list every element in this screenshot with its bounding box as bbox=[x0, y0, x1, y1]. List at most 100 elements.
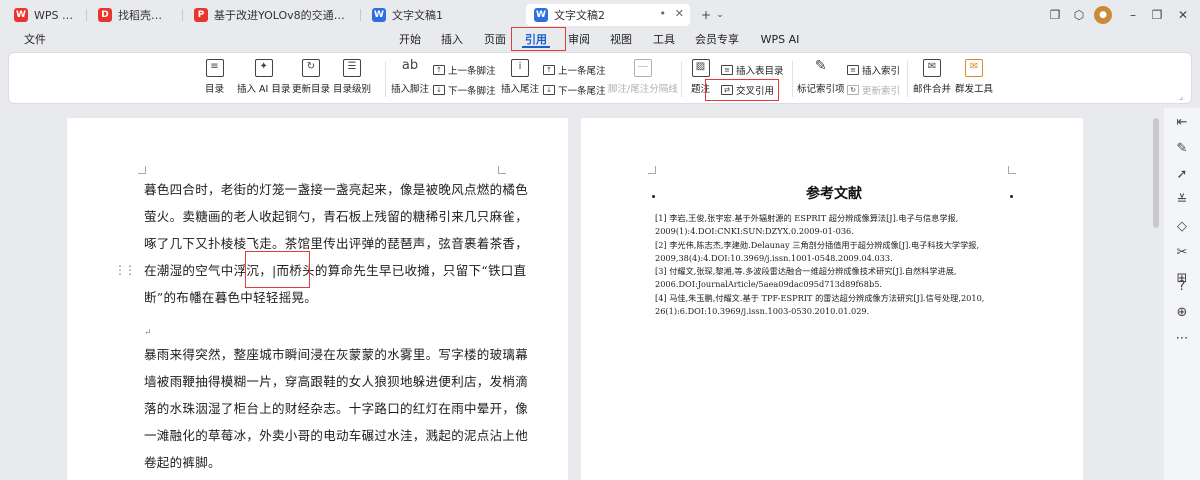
ribbon-expand-icon[interactable]: ⌟ bbox=[1179, 92, 1183, 101]
docer-icon: D bbox=[98, 8, 112, 22]
chevron-down-icon[interactable]: ⌄ bbox=[711, 6, 729, 24]
menu-view[interactable]: 视图 bbox=[606, 30, 636, 50]
menu-page[interactable]: 页面 bbox=[480, 30, 510, 50]
scrollbar-thumb[interactable] bbox=[1153, 118, 1159, 228]
update-toc-icon: ↻ bbox=[302, 59, 320, 77]
tab-yolov8-pdf[interactable]: P 基于改进YOLOv8的交通标识检测方 bbox=[186, 4, 358, 26]
edit-pen-icon[interactable]: ✎ bbox=[1174, 140, 1190, 156]
tab-document-1[interactable]: W 文字文稿1 bbox=[364, 4, 520, 26]
insert-ai-toc-button[interactable]: ✦ 插入 AI 目录 bbox=[237, 59, 290, 95]
ribbon-separator bbox=[907, 61, 908, 97]
ribbon-toolbar: ≡ 目录 ✦ 插入 AI 目录 ↻ 更新目录 ☰ 目录级别 ab 插入脚注 ↑ … bbox=[8, 52, 1192, 104]
toc-level-icon: ☰ bbox=[343, 59, 361, 77]
insert-table-of-figures-button[interactable]: ≡ 插入表目录 bbox=[721, 63, 784, 77]
caption-image-icon: ▨ bbox=[691, 59, 710, 77]
select-pointer-icon[interactable]: ➚ bbox=[1174, 166, 1190, 182]
menu-member[interactable]: 会员专享 bbox=[692, 30, 742, 50]
menu-review[interactable]: 审阅 bbox=[564, 30, 594, 50]
toc-button[interactable]: ≡ 目录 bbox=[205, 59, 224, 95]
file-menu[interactable]: 文件 bbox=[22, 30, 48, 50]
text-line: 落的水珠洇湿了柜台上的财经杂志。十字路口的红灯在雨中晕开，像 bbox=[144, 401, 529, 416]
paragraph-2[interactable]: 暴雨来得突然，整座城市瞬间浸在灰蒙蒙的水雾里。写字楼的玻璃幕 墙被雨鞭抽得模糊一… bbox=[144, 341, 528, 476]
reference-line: [1] 李岩,王俊,张宇宏.基于外辐射源的 ESPRIT 超分辨成像算法[J].… bbox=[655, 213, 959, 223]
note-separator-button[interactable]: ― 脚注/尾注分隔线 bbox=[608, 59, 678, 95]
menu-insert[interactable]: 插入 bbox=[437, 30, 467, 50]
menu-home[interactable]: 开始 bbox=[395, 30, 425, 50]
highlight-box-cursor bbox=[245, 251, 310, 288]
feedback-icon[interactable]: ⊕ bbox=[1174, 304, 1190, 320]
shapes-icon[interactable]: ◇ bbox=[1174, 218, 1190, 234]
group-tools-button[interactable]: ✉ 群发工具 bbox=[955, 59, 993, 95]
update-index-button[interactable]: ↻ 更新索引 bbox=[847, 83, 900, 97]
close-window-icon[interactable]: ✕ bbox=[1174, 6, 1192, 24]
tab-docer-templates[interactable]: D 找稻壳模板 bbox=[90, 4, 180, 26]
next-endnote-button[interactable]: ↓ 下一条尾注 bbox=[543, 83, 606, 97]
highlight-box-references-tab bbox=[511, 27, 566, 51]
references-heading[interactable]: 参考文献 bbox=[806, 183, 862, 203]
collapse-sidebar-icon[interactable]: ⇤ bbox=[1174, 114, 1190, 130]
mark-index-pen-icon: ✎ bbox=[814, 58, 827, 74]
group-mail-icon: ✉ bbox=[965, 59, 983, 77]
highlight-box-cross-reference bbox=[705, 79, 779, 101]
paragraph-mark-icon: ↵ bbox=[144, 328, 152, 338]
text-line: 萤火。卖糖画的老人收起铜勺，青石板上残留的糖稀引来几只麻雀， bbox=[144, 209, 529, 224]
drag-handle-icon[interactable]: ⋮⋮ bbox=[114, 263, 136, 277]
text-line: 暮色四合时，老街的灯笼一盏接一盏亮起来，像是被晚风点燃的橘色 bbox=[144, 182, 529, 197]
help-question-icon[interactable]: ? bbox=[1174, 278, 1190, 294]
close-tab-icon[interactable]: ✕ bbox=[675, 7, 684, 20]
insert-index-icon: ≡ bbox=[847, 65, 859, 75]
reference-line: [4] 马佳,朱玉鹏,付耀文.基于 TPF-ESPRIT 的雷达超分辨成像方法研… bbox=[655, 292, 985, 303]
text-line: 啄了几下又扑棱棱飞走。茶馆里传出评弹的琵琶声，弦音裹着茶香， bbox=[144, 236, 529, 251]
next-footnote-button[interactable]: ↓ 下一条脚注 bbox=[433, 83, 496, 97]
text-line: 暴雨来得突然，整座城市瞬间浸在灰蒙蒙的水雾里。写字楼的玻璃幕 bbox=[144, 347, 529, 362]
ribbon-separator bbox=[792, 61, 793, 97]
ai-toc-icon: ✦ bbox=[254, 59, 273, 77]
restore-window-icon[interactable]: ❐ bbox=[1148, 6, 1166, 24]
insert-index-button[interactable]: ≡ 插入索引 bbox=[847, 63, 900, 77]
menu-tools[interactable]: 工具 bbox=[649, 30, 679, 50]
insert-endnote-button[interactable]: i 插入尾注 bbox=[501, 59, 539, 95]
vertical-scrollbar[interactable] bbox=[1153, 108, 1159, 480]
endnote-icon: i bbox=[511, 59, 529, 77]
wps-logo-icon: W bbox=[14, 8, 28, 22]
update-index-icon: ↻ bbox=[847, 85, 859, 95]
text-line: 一滩融化的草莓冰，外卖小哥的电动车碾过水洼，溅起的泥点沾上他 bbox=[144, 428, 529, 443]
insert-footnote-button[interactable]: ab 插入脚注 bbox=[391, 59, 429, 96]
bullet-mark bbox=[1010, 195, 1013, 198]
prev-endnote-button[interactable]: ↑ 上一条尾注 bbox=[543, 63, 606, 77]
tab-bar: W WPS Office D 找稻壳模板 P 基于改进YOLOv8的交通标识检测… bbox=[0, 0, 1200, 30]
page-corner-mark bbox=[138, 166, 146, 174]
prev-footnote-button[interactable]: ↑ 上一条脚注 bbox=[433, 63, 496, 77]
style-settings-icon[interactable]: ≚ bbox=[1174, 192, 1190, 208]
tab-wps-office[interactable]: W WPS Office bbox=[6, 4, 84, 26]
more-icon[interactable]: ⋯ bbox=[1174, 330, 1190, 346]
mark-index-button[interactable]: ✎ 标记索引项 bbox=[797, 59, 845, 95]
update-toc-button[interactable]: ↻ 更新目录 bbox=[292, 59, 330, 95]
page-corner-mark bbox=[1008, 166, 1016, 174]
ribbon-separator bbox=[681, 61, 682, 97]
tools-icon[interactable]: ✂ bbox=[1174, 244, 1190, 260]
window-tile-icon[interactable]: ❐ bbox=[1046, 6, 1064, 24]
paragraph-1[interactable]: 暮色四合时，老街的灯笼一盏接一盏亮起来，像是被晚风点燃的橘色 萤火。卖糖画的老人… bbox=[144, 176, 528, 311]
toc-level-button[interactable]: ☰ 目录级别 bbox=[333, 59, 371, 95]
tab-separator bbox=[182, 9, 183, 21]
toc-icon: ≡ bbox=[205, 59, 224, 77]
reference-line: [2] 李光伟,陈志杰,李建勋.Delaunay 三角剖分插值用于超分辨成像[J… bbox=[655, 239, 980, 250]
bullet-mark bbox=[652, 195, 655, 198]
table-of-figures-icon: ≡ bbox=[721, 65, 733, 75]
minimize-icon[interactable]: – bbox=[1124, 6, 1142, 24]
prev-endnote-icon: ↑ bbox=[543, 65, 555, 75]
reference-line: 2009(1):4.DOI:CNKI:SUN:DZYX.0.2009-01-03… bbox=[655, 226, 854, 237]
ribbon-separator bbox=[385, 61, 386, 97]
tab-document-2[interactable]: W 文字文稿2 • ✕ bbox=[526, 4, 690, 26]
user-avatar[interactable]: ● bbox=[1094, 6, 1112, 24]
references-list[interactable]: [1] 李岩,王俊,张宇宏.基于外辐射源的 ESPRIT 超分辨成像算法[J].… bbox=[655, 212, 984, 318]
next-footnote-icon: ↓ bbox=[433, 85, 445, 95]
text-line: 墙被雨鞭抽得模糊一片，穿高跟鞋的女人狼狈地躲进便利店，发梢滴 bbox=[144, 374, 529, 389]
menu-wps-ai[interactable]: WPS AI bbox=[755, 30, 805, 50]
writer-doc-icon: W bbox=[534, 8, 548, 22]
page-corner-mark bbox=[648, 166, 656, 174]
cube-icon[interactable]: ⬡ bbox=[1070, 6, 1088, 24]
mail-merge-button[interactable]: ✉ 邮件合并 bbox=[913, 59, 951, 95]
note-separator-icon: ― bbox=[633, 59, 652, 77]
